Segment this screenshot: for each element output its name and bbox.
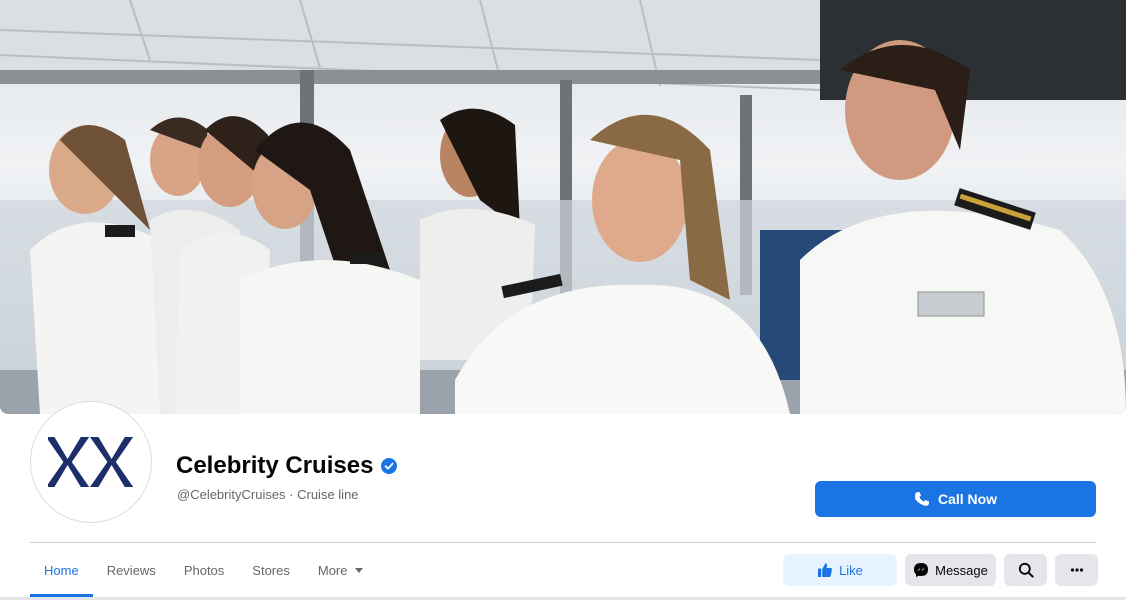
call-now-label: Call Now — [937, 491, 998, 507]
call-now-button[interactable]: Call Now — [815, 481, 1096, 517]
profile-picture[interactable] — [30, 401, 152, 523]
messenger-icon — [914, 563, 929, 577]
search-button[interactable] — [1004, 554, 1047, 586]
ellipsis-icon — [1070, 568, 1083, 572]
more-options-button[interactable] — [1055, 554, 1098, 586]
thumbs-up-icon — [818, 563, 833, 577]
tab-photos-label: Photos — [183, 562, 225, 578]
page-tabs: Home Reviews Photos Stores More — [30, 543, 378, 597]
tab-more-label: More — [317, 562, 348, 578]
verified-badge-icon — [381, 458, 398, 474]
celebrity-xx-logo — [48, 437, 134, 487]
message-label: Message — [935, 562, 988, 578]
tab-stores-label: Stores — [252, 562, 290, 578]
cover-photo[interactable] — [0, 0, 1126, 414]
tab-home[interactable]: Home — [30, 543, 93, 597]
page-title: Celebrity Cruises — [176, 452, 398, 480]
like-label: Like — [839, 562, 863, 578]
tab-reviews[interactable]: Reviews — [93, 543, 170, 597]
search-icon — [1018, 562, 1034, 578]
tab-more[interactable]: More — [304, 543, 378, 597]
cover-illustration — [0, 0, 1126, 414]
message-button[interactable]: Message — [905, 554, 996, 586]
page-name-text[interactable]: Celebrity Cruises — [176, 452, 373, 480]
tab-reviews-label: Reviews — [106, 562, 156, 578]
like-button[interactable]: Like — [783, 554, 897, 586]
page-action-buttons: Like Message — [783, 554, 1098, 586]
tab-stores[interactable]: Stores — [238, 543, 304, 597]
page-handle-category: @CelebrityCruises · Cruise line — [177, 487, 359, 502]
tab-home-label: Home — [44, 562, 79, 578]
phone-icon — [915, 492, 929, 506]
caret-down-icon — [354, 568, 363, 573]
tab-photos[interactable]: Photos — [170, 543, 238, 597]
